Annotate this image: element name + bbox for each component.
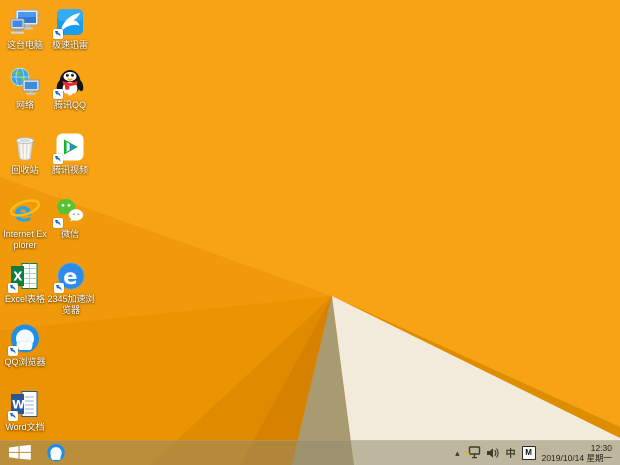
shortcut-arrow-icon (8, 283, 18, 293)
desktop-icon-this-pc[interactable]: 这台电脑 (3, 6, 47, 51)
desktop-icon-label: Word文档 (5, 422, 45, 432)
desktop-icon-wechat[interactable]: 微信 (48, 195, 92, 240)
svg-text:X: X (13, 270, 23, 284)
desktop-icon-network[interactable]: 网络 (3, 66, 47, 111)
ime-mode-indicator[interactable]: 中 (506, 445, 516, 460)
tencent-video-icon (53, 131, 86, 164)
desktop-icon-label: 极速迅雷 (51, 40, 88, 50)
shortcut-arrow-icon (8, 411, 18, 421)
recycle-bin-icon (9, 131, 41, 163)
desktop: 这台电脑 极速迅雷 网络 腾讯QQ 回收站 腾讯视频 e Internet Ex… (0, 0, 620, 465)
taskbar: ▴ * 中 M 12:30 2019/10/14 星期一 (0, 440, 620, 465)
svg-text:e: e (63, 265, 77, 289)
desktop-icon-label: 这台电脑 (6, 40, 43, 50)
network-status-icon[interactable]: * (466, 446, 481, 459)
shortcut-arrow-icon (53, 218, 63, 228)
volume-icon[interactable] (486, 447, 500, 459)
desktop-icon-label: 微信 (60, 229, 79, 239)
internet-explorer-icon: e (9, 195, 41, 227)
desktop-icon-label: 回收站 (11, 165, 39, 175)
browser-2345-icon: e (54, 260, 87, 293)
show-hidden-icons-button[interactable]: ▴ (455, 448, 460, 458)
thunder-speed-icon (53, 6, 86, 39)
network-icon (9, 66, 41, 98)
tencent-qq-icon (53, 66, 86, 99)
svg-text:*: * (466, 452, 471, 460)
shortcut-arrow-icon (53, 154, 63, 164)
desktop-icon-tencent-video[interactable]: 腾讯视频 (48, 131, 92, 176)
windows-logo-icon (9, 445, 31, 460)
shortcut-arrow-icon (54, 283, 64, 293)
desktop-icon-label: Internet Explorer (3, 229, 47, 250)
clock-date: 2019/10/14 星期一 (541, 452, 612, 463)
excel-icon: X (8, 260, 41, 293)
taskbar-qq-browser-button[interactable] (46, 443, 66, 463)
start-button[interactable] (9, 445, 31, 460)
desktop-icon-label: 腾讯视频 (51, 165, 88, 175)
qq-browser-icon (8, 323, 41, 356)
desktop-icon-internet-explorer[interactable]: e Internet Explorer (3, 195, 47, 251)
desktop-icon-label: Excel表格 (4, 294, 45, 304)
desktop-icon-label: 腾讯QQ (53, 100, 86, 110)
qq-browser-icon (47, 443, 65, 461)
desktop-icon-qq-browser[interactable]: QQ浏览器 (3, 323, 47, 368)
system-tray: ▴ * 中 M 12:30 2019/10/14 星期一 (455, 443, 614, 463)
desktop-icon-word[interactable]: W Word文档 (3, 388, 47, 433)
desktop-icon-recycle-bin[interactable]: 回收站 (3, 131, 47, 176)
desktop-icon-excel[interactable]: X Excel表格 (3, 260, 47, 305)
clock-time: 12:30 (590, 442, 612, 453)
wechat-icon (53, 195, 86, 228)
ime-language-icon[interactable]: M (521, 445, 536, 460)
shortcut-arrow-icon (8, 346, 18, 356)
desktop-icon-thunder-speed[interactable]: 极速迅雷 (48, 6, 92, 51)
shortcut-arrow-icon (53, 29, 63, 39)
word-icon: W (8, 388, 41, 421)
desktop-icon-label: 2345加速浏览器 (47, 294, 95, 315)
desktop-icon-label: QQ浏览器 (4, 357, 46, 367)
desktop-icon-label: 网络 (15, 100, 34, 110)
svg-text:W: W (12, 398, 25, 412)
desktop-icon-tencent-qq[interactable]: 腾讯QQ (48, 66, 92, 111)
desktop-icon-browser-2345[interactable]: e 2345加速浏览器 (45, 260, 97, 316)
shortcut-arrow-icon (53, 89, 63, 99)
taskbar-clock[interactable]: 12:30 2019/10/14 星期一 (542, 443, 614, 463)
this-pc-icon (9, 6, 41, 38)
